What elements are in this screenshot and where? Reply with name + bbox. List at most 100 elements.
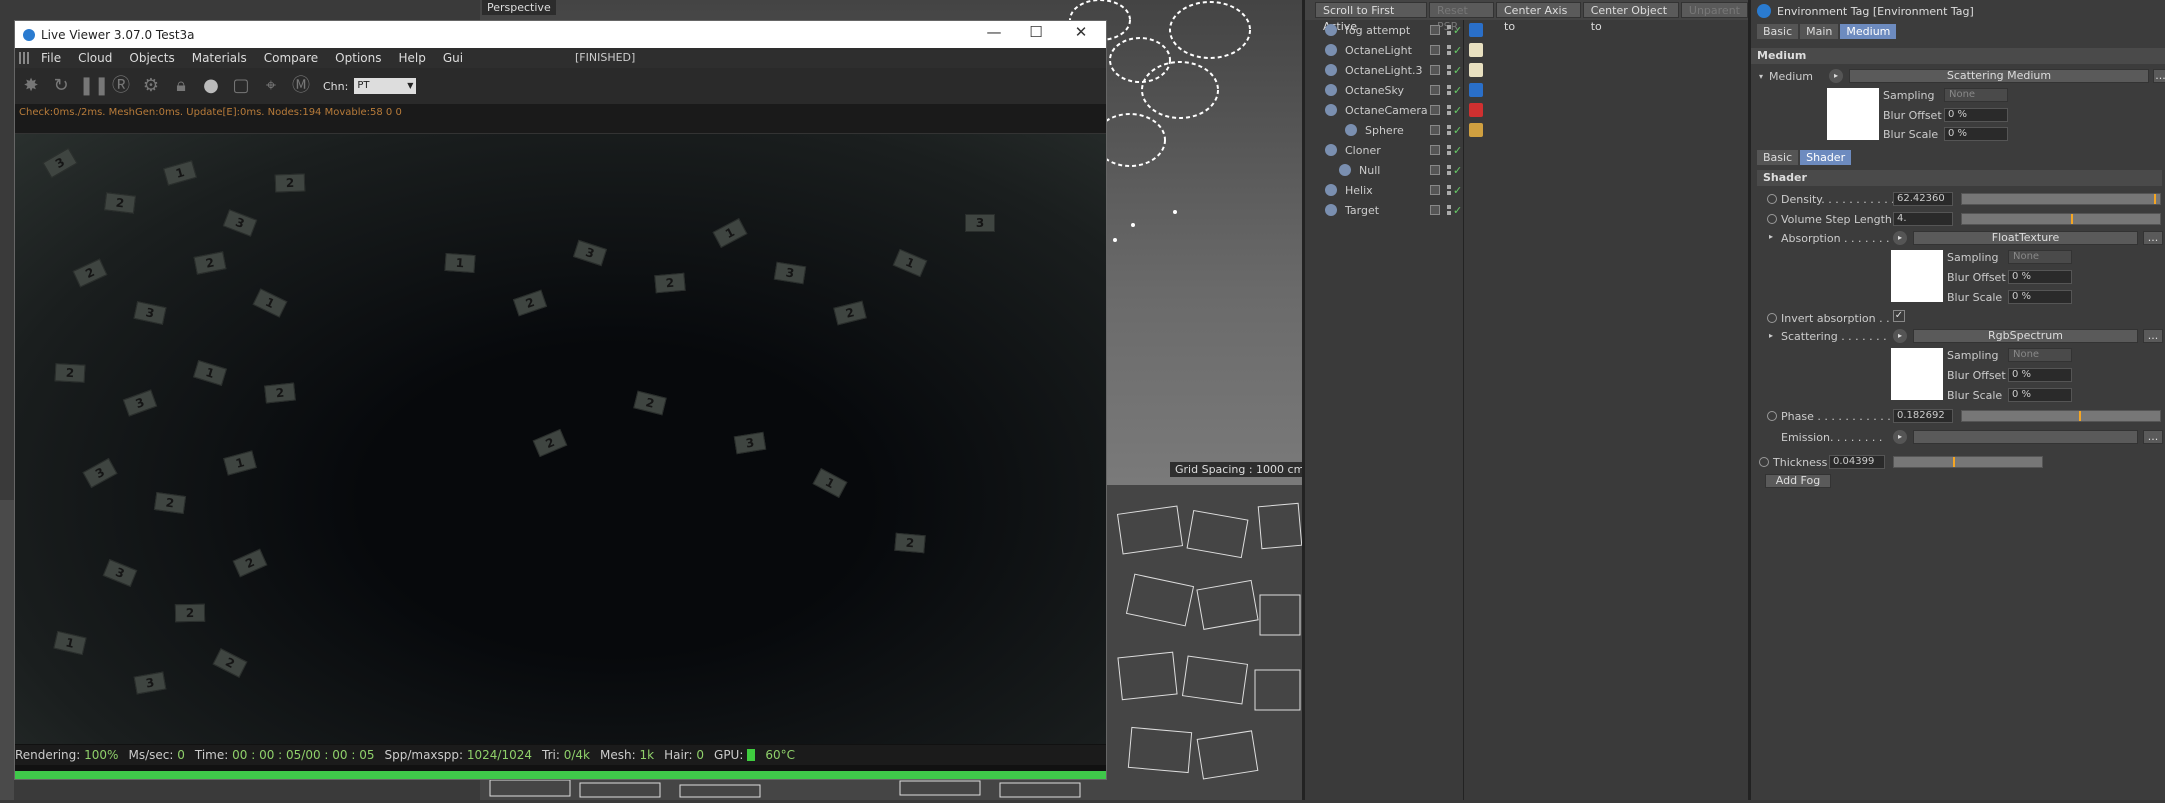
density-animate-radio[interactable] (1767, 194, 1777, 204)
live-viewer-window[interactable]: Live Viewer 3.07.0 Test3a — ☐ ✕ File Clo… (14, 20, 1107, 780)
channel-select[interactable]: PT (354, 78, 417, 94)
focus-icon[interactable]: ▢ (229, 74, 253, 98)
lock-icon[interactable]: 🔒︎ (169, 74, 193, 98)
editor-visibility-dot[interactable] (1447, 65, 1451, 69)
object-row[interactable]: Sphere ✓ (1305, 120, 1748, 140)
density-slider-knob[interactable] (2154, 194, 2157, 204)
object-name[interactable]: OctaneSky (1345, 84, 1404, 97)
object-row[interactable]: fog attempt ✓ (1305, 20, 1748, 40)
minimize-button[interactable]: — (978, 23, 1010, 41)
thickness-slider-knob[interactable] (1953, 457, 1956, 467)
pick-icon[interactable]: ⌖ (259, 74, 283, 98)
enabled-check-icon[interactable]: ✓ (1453, 64, 1462, 77)
visibility-flag-icon[interactable] (1430, 25, 1440, 35)
menu-options[interactable]: Options (335, 51, 381, 65)
viewport-tab-perspective[interactable]: Perspective (482, 0, 556, 15)
enabled-check-icon[interactable]: ✓ (1453, 184, 1462, 197)
visibility-flag-icon[interactable] (1430, 205, 1440, 215)
object-row[interactable]: OctaneLight.3 ✓ (1305, 60, 1748, 80)
sphere-icon[interactable]: ● (199, 74, 223, 98)
tab-main[interactable]: Main (1800, 23, 1839, 39)
medium-link-icon[interactable]: ▸ (1829, 69, 1843, 83)
density-slider[interactable] (1961, 193, 2161, 205)
phase-field[interactable]: 0.182692 (1893, 409, 1953, 423)
editor-visibility-dot[interactable] (1447, 105, 1451, 109)
grip-icon[interactable] (19, 52, 31, 64)
phase-animate-radio[interactable] (1767, 411, 1777, 421)
scattering-shader-button[interactable]: RgbSpectrum (1913, 329, 2138, 343)
object-tag-icon[interactable] (1469, 123, 1483, 137)
object-row[interactable]: OctaneSky ✓ (1305, 80, 1748, 100)
scroll-to-first-active-button[interactable]: Scroll to First Active (1315, 2, 1428, 33)
thickness-field[interactable]: 0.04399 (1829, 455, 1885, 469)
menu-materials[interactable]: Materials (192, 51, 247, 65)
object-name[interactable]: Null (1359, 164, 1380, 177)
enabled-check-icon[interactable]: ✓ (1453, 124, 1462, 137)
editor-visibility-dot[interactable] (1447, 85, 1451, 89)
live-viewer-titlebar[interactable]: Live Viewer 3.07.0 Test3a — ☐ ✕ (15, 21, 1106, 48)
object-row[interactable]: OctaneCamera ✓ (1305, 100, 1748, 120)
invert-absorption-checkbox[interactable]: ✓ (1893, 310, 1905, 322)
scattering-preview-swatch[interactable] (1891, 348, 1943, 400)
editor-visibility-dot[interactable] (1447, 125, 1451, 129)
close-button[interactable]: ✕ (1065, 23, 1097, 41)
object-name[interactable]: Sphere (1365, 124, 1404, 137)
object-name[interactable]: OctaneLight (1345, 44, 1412, 57)
absorption-more-button[interactable]: ... (2143, 231, 2163, 245)
tab-medium[interactable]: Medium (1840, 23, 1897, 39)
object-tag-icon[interactable] (1469, 63, 1483, 77)
volume-step-slider-knob[interactable] (2070, 214, 2073, 224)
menu-gui[interactable]: Gui (443, 51, 463, 65)
object-name[interactable]: OctaneCamera (1345, 104, 1428, 117)
absorption-shader-button[interactable]: FloatTexture (1913, 231, 2138, 245)
volume-step-slider[interactable] (1961, 213, 2161, 225)
render-visibility-dot[interactable] (1447, 111, 1451, 115)
object-name[interactable]: Helix (1345, 184, 1373, 197)
render-visibility-dot[interactable] (1447, 31, 1451, 35)
enabled-check-icon[interactable]: ✓ (1453, 144, 1462, 157)
material-pick-icon[interactable]: Ⓜ (289, 74, 313, 98)
emission-shader-button[interactable] (1913, 430, 2138, 444)
emission-link-icon[interactable]: ▸ (1893, 430, 1907, 444)
scattering-sampling-dropdown[interactable]: None (2008, 348, 2072, 362)
volume-step-field[interactable]: 4. (1893, 212, 1953, 226)
center-object-button[interactable]: Center Object to (1582, 2, 1679, 33)
emission-more-button[interactable]: ... (2143, 430, 2163, 444)
density-field[interactable]: 62.42360 (1893, 192, 1953, 206)
maximize-button[interactable]: ☐ (1020, 23, 1052, 41)
visibility-flag-icon[interactable] (1430, 85, 1440, 95)
medium-shader-button[interactable]: Scattering Medium (1849, 69, 2149, 83)
pause-icon[interactable]: ❚❚ (79, 74, 109, 98)
object-tag-icon[interactable] (1469, 43, 1483, 57)
absorption-blur-scale-field[interactable]: 0 % (2008, 290, 2072, 304)
scattering-expand-icon[interactable]: ▸ (1769, 331, 1773, 340)
menu-help[interactable]: Help (398, 51, 425, 65)
add-fog-button[interactable]: Add Fog (1765, 474, 1831, 488)
medium-more-button[interactable]: ... (2153, 69, 2165, 83)
phase-slider-knob[interactable] (2078, 411, 2081, 421)
menu-file[interactable]: File (41, 51, 61, 65)
absorption-sampling-dropdown[interactable]: None (2008, 250, 2072, 264)
absorption-blur-offset-field[interactable]: 0 % (2008, 270, 2072, 284)
visibility-flag-icon[interactable] (1430, 125, 1440, 135)
render-visibility-dot[interactable] (1447, 151, 1451, 155)
reset-psr-button[interactable]: Reset PSR (1429, 2, 1494, 33)
center-axis-button[interactable]: Center Axis to (1496, 2, 1581, 33)
object-tag-icon[interactable] (1469, 23, 1483, 37)
editor-visibility-dot[interactable] (1447, 165, 1451, 169)
visibility-flag-icon[interactable] (1430, 105, 1440, 115)
visibility-flag-icon[interactable] (1430, 185, 1440, 195)
render-visibility-dot[interactable] (1447, 191, 1451, 195)
thickness-animate-radio[interactable] (1759, 457, 1769, 467)
render-visibility-dot[interactable] (1447, 131, 1451, 135)
visibility-flag-icon[interactable] (1430, 165, 1440, 175)
enabled-check-icon[interactable]: ✓ (1453, 204, 1462, 217)
scattering-blur-offset-field[interactable]: 0 % (2008, 368, 2072, 382)
editor-visibility-dot[interactable] (1447, 25, 1451, 29)
tab-shader[interactable]: Shader (1800, 149, 1852, 165)
editor-visibility-dot[interactable] (1447, 145, 1451, 149)
unparent-button[interactable]: Unparent (1680, 2, 1748, 18)
menu-compare[interactable]: Compare (264, 51, 318, 65)
object-row[interactable]: OctaneLight ✓ (1305, 40, 1748, 60)
visibility-flag-icon[interactable] (1430, 45, 1440, 55)
